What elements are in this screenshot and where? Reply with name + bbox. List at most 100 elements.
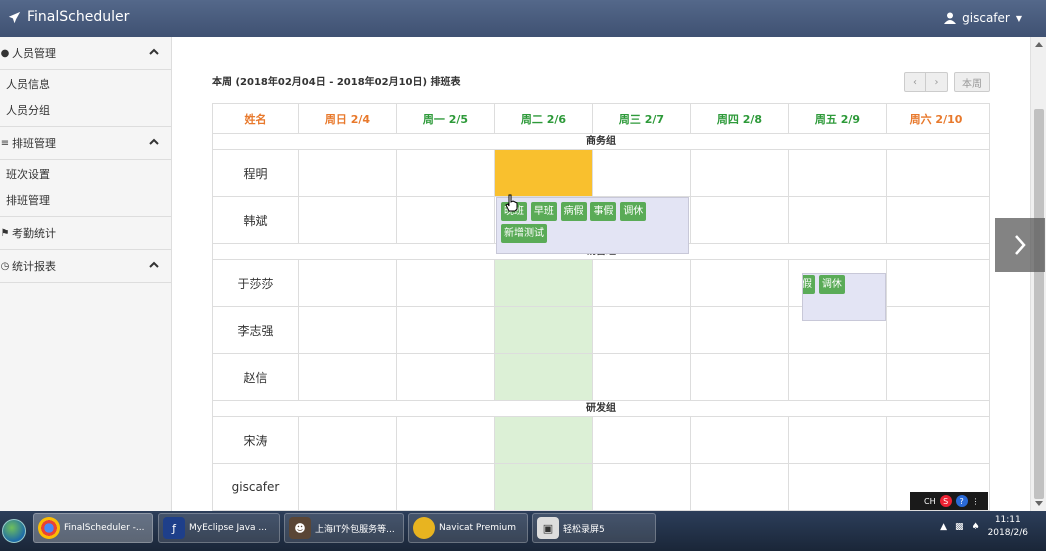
schedule-cell-selected[interactable] [495,150,593,196]
sidebar-group-scheduling[interactable]: ≡ 排班管理 [0,127,171,160]
schedule-cell[interactable] [789,150,887,196]
schedule-cell[interactable] [593,260,691,306]
schedule-cell[interactable] [789,354,887,400]
schedule-cell[interactable] [887,197,985,243]
schedule-cell[interactable] [397,417,495,463]
paper-plane-icon [8,11,21,23]
sidebar-group-label: 人员管理 [12,47,56,60]
schedule-cell[interactable] [691,417,789,463]
sidebar-group-attendance[interactable]: ⚑ 考勤统计 [0,217,171,250]
schedule-cell[interactable] [691,260,789,306]
shift-picker-popover-secondary: 事假 调休 [802,273,886,321]
taskbar-item-navicat[interactable]: Navicat Premium [408,513,528,543]
scroll-down-icon[interactable] [1035,501,1043,506]
schedule-cell[interactable] [789,417,887,463]
schedule-cell-today[interactable] [495,260,593,306]
schedule-cell[interactable] [887,307,985,353]
schedule-cell-today[interactable] [495,354,593,400]
shift-option-sick-leave[interactable]: 病假 [560,202,587,221]
schedule-cell[interactable] [299,417,397,463]
taskbar-item-chrome[interactable]: FinalScheduler -... [33,513,153,543]
system-clock[interactable]: 11:11 2018/2/6 [988,514,1028,540]
qq-icon[interactable]: ♠ [972,522,980,532]
ime-toolbar[interactable]: CH S ? ⋮ [910,492,988,510]
shift-option-comp-leave[interactable]: 调休 [818,275,845,294]
chevron-up-icon [149,261,159,268]
schedule-cell[interactable] [789,197,887,243]
schedule-cell[interactable] [789,464,887,510]
next-week-button[interactable]: › [926,72,948,92]
shift-option-new-test[interactable]: 新增测试 [501,224,547,243]
schedule-cell[interactable] [593,150,691,196]
schedule-cell[interactable] [887,354,985,400]
header-sun: 周日 2/4 [299,104,397,133]
schedule-cell[interactable] [299,197,397,243]
schedule-cell[interactable] [691,197,789,243]
sidebar-group-people[interactable]: ● 人员管理 [0,37,171,70]
sidebar-group-label: 考勤统计 [12,227,56,240]
chevron-up-icon [149,48,159,55]
schedule-cell[interactable] [299,260,397,306]
this-week-button[interactable]: 本周 [954,72,990,92]
user-menu[interactable]: giscafer ▼ [944,11,1022,25]
vertical-scrollbar[interactable] [1030,37,1046,511]
schedule-cell[interactable] [691,307,789,353]
ime-language: CH [924,496,936,506]
schedule-cell[interactable] [397,150,495,196]
brand-link[interactable]: FinalScheduler [8,9,129,25]
header-sat: 周六 2/10 [909,112,963,126]
schedule-cell[interactable] [299,150,397,196]
member-name: 宋涛 [213,417,299,463]
shift-option-morning[interactable]: 早班 [530,202,557,221]
schedule-cell[interactable] [887,150,985,196]
schedule-cell[interactable] [593,307,691,353]
scroll-up-icon[interactable] [1035,42,1043,47]
sidebar-group-reports[interactable]: ◷ 统计报表 [0,250,171,283]
prev-week-button[interactable]: ‹ [904,72,926,92]
schedule-cell[interactable] [691,150,789,196]
schedule-cell[interactable] [887,260,985,306]
start-button[interactable] [0,513,28,549]
network-icon[interactable]: ▩ [955,522,964,532]
next-slide-button[interactable] [995,218,1045,272]
schedule-cell[interactable] [299,464,397,510]
taskbar-item-myeclipse[interactable]: ƒ MyEclipse Java ... [158,513,280,543]
schedule-cell[interactable] [397,260,495,306]
header-row: 姓名 周日 2/4 周一 2/5 周二 2/6 周三 2/7 周四 2/8 周五… [213,104,989,134]
schedule-cell[interactable] [593,354,691,400]
schedule-cell[interactable] [397,354,495,400]
taskbar-item-label: 轻松录屏5 [563,524,605,535]
schedule-cell[interactable] [691,354,789,400]
schedule-cell[interactable] [887,417,985,463]
show-hidden-icons-icon[interactable]: ▲ [940,522,947,532]
taskbar-item-screen-recorder[interactable]: ▣ 轻松录屏5 [532,513,656,543]
schedule-cell[interactable] [593,417,691,463]
sidebar-item-people-group[interactable]: 人员分组 [0,98,171,124]
shift-option-comp-leave[interactable]: 调休 [620,202,647,221]
schedule-cell-today[interactable] [495,417,593,463]
schedule-cell[interactable] [397,464,495,510]
sidebar-item-shift-settings[interactable]: 班次设置 [0,162,171,188]
schedule-cell-today[interactable] [495,307,593,353]
schedule-cell[interactable] [397,197,495,243]
sidebar-item-schedule-manage[interactable]: 排班管理 [0,188,171,214]
group-header: 研发组 [213,401,989,417]
schedule-cell-today[interactable] [495,464,593,510]
shift-option-personal-leave[interactable]: 事假 [803,275,815,294]
chevron-up-icon [149,138,159,145]
schedule-cell[interactable] [299,307,397,353]
schedule-cell[interactable] [593,464,691,510]
taskbar-item-label: 上海IT外包服务等... [315,524,395,535]
ime-menu-icon: ⋮ [971,496,980,506]
shift-option-personal-leave[interactable]: 事假 [590,202,617,221]
windows-logo-icon [2,519,26,543]
schedule-cell[interactable] [299,354,397,400]
schedule-cell[interactable] [397,307,495,353]
sidebar-item-people-info[interactable]: 人员信息 [0,72,171,98]
schedule-cell[interactable] [691,464,789,510]
chevron-right-icon [1015,235,1026,255]
taskbar-item-browser-tab[interactable]: ☻ 上海IT外包服务等... [284,513,404,543]
group-header: 商务组 [213,134,989,150]
member-name: 韩斌 [213,197,299,243]
scrollbar-thumb[interactable] [1034,109,1044,499]
